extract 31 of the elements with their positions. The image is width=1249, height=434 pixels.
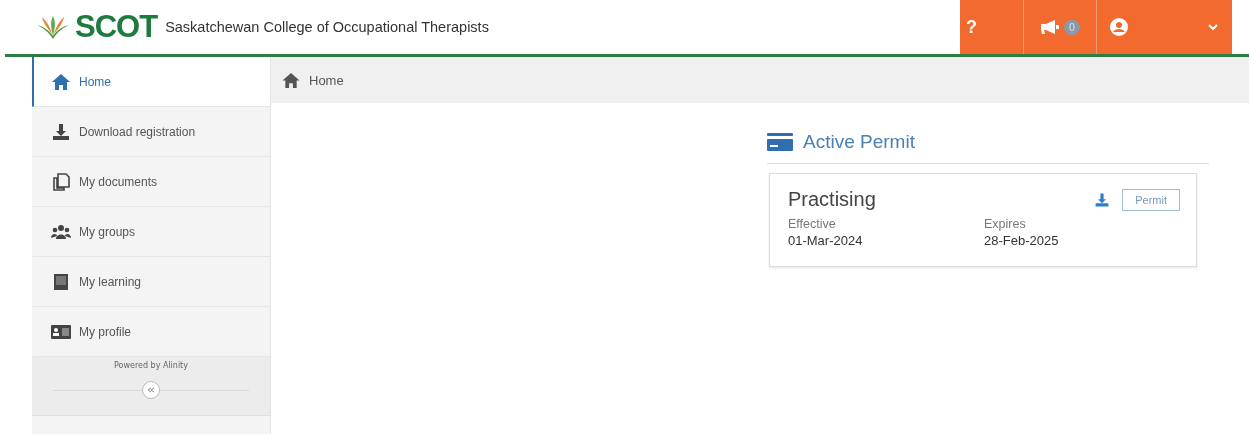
- field-label: Expires: [984, 217, 1027, 231]
- id-card-icon: [51, 322, 71, 341]
- leaf-logo-icon: [35, 14, 71, 40]
- breadcrumb-link[interactable]: Home: [309, 72, 344, 88]
- megaphone-icon[interactable]: [1039, 19, 1060, 35]
- collapse-button[interactable]: [142, 381, 160, 399]
- documents-icon: [51, 172, 71, 191]
- user-icon[interactable]: [1109, 17, 1129, 37]
- sidebar-item[interactable]: My documents: [32, 157, 270, 207]
- credit-card-icon: [767, 132, 793, 152]
- field-value: 01-Mar-2024: [788, 233, 864, 248]
- group-icon: [51, 222, 71, 241]
- download-icon: [51, 122, 71, 141]
- panel-title: Active Permit: [803, 131, 915, 153]
- organization-name: Saskatchewan College of Occupational Therapists: [165, 19, 489, 35]
- field-label: Effective: [788, 217, 837, 231]
- notification-count: 0: [1063, 19, 1081, 35]
- chevron-down-icon[interactable]: [1208, 23, 1218, 31]
- sidebar-item[interactable]: My learning: [32, 257, 270, 307]
- sidebar-item[interactable]: My groups: [32, 207, 270, 257]
- field-value: 28-Feb-2025: [984, 233, 1060, 248]
- home-icon: [281, 71, 301, 89]
- book-icon: [51, 272, 71, 291]
- logo-text: SCOT: [75, 9, 158, 45]
- download-icon[interactable]: [1094, 191, 1111, 208]
- double-chevron-left-icon: [147, 387, 155, 393]
- sidebar-item[interactable]: Home: [32, 57, 270, 107]
- permit-status: Practising: [788, 188, 877, 211]
- powered-by-text: Powered by Alinity: [114, 361, 188, 370]
- sidebar-item[interactable]: Download registration: [32, 107, 270, 157]
- home-icon: [51, 72, 71, 91]
